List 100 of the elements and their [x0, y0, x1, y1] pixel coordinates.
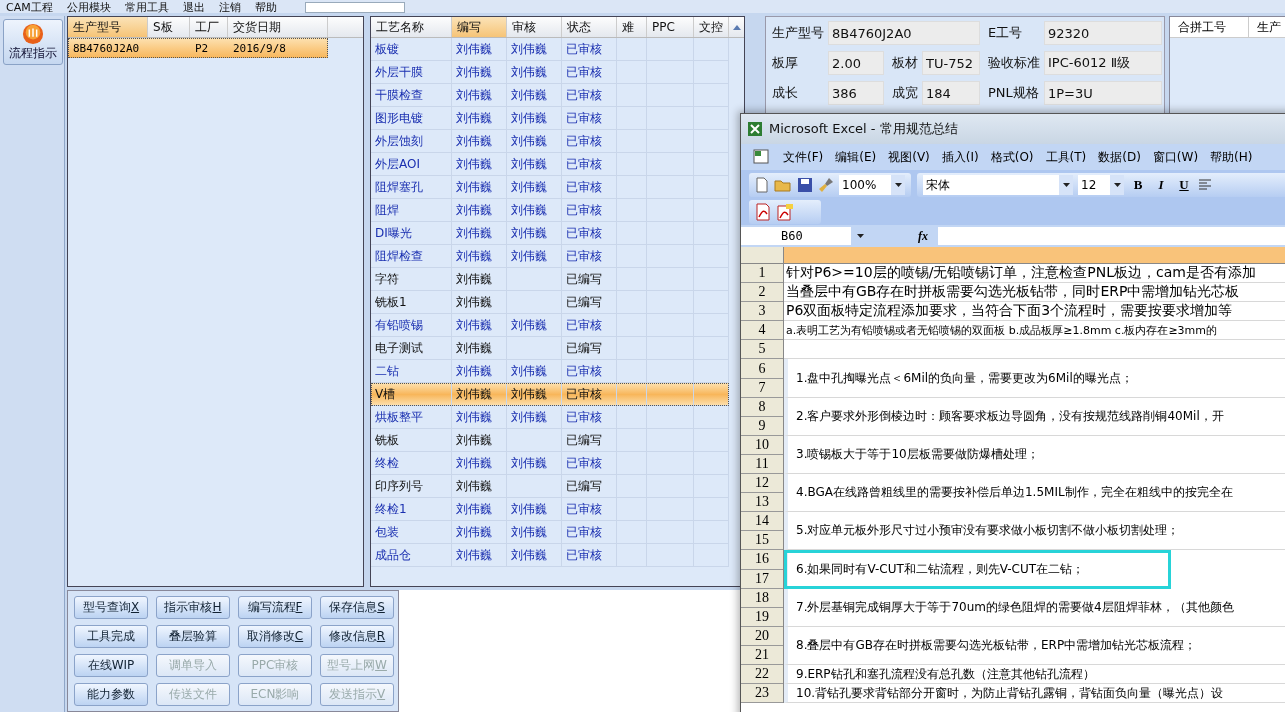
select-all-corner[interactable]	[741, 247, 784, 263]
table-row[interactable]: 外层蚀刻 刘伟巍 刘伟巍 已审核	[371, 130, 729, 153]
menu-item[interactable]: 窗口(W)	[1152, 148, 1199, 166]
flow-instruction-button[interactable]: 流程指示	[3, 19, 63, 65]
table-row[interactable]: 终检 刘伟巍 刘伟巍 已审核	[371, 452, 729, 475]
scroll-up-icon[interactable]	[732, 24, 741, 30]
pdf-comment-icon[interactable]	[776, 203, 794, 221]
menu-item[interactable]: 数据(D)	[1098, 148, 1141, 166]
table-row[interactable]: DI曝光 刘伟巍 刘伟巍 已审核	[371, 222, 729, 245]
column-header[interactable]: 交货日期	[228, 17, 328, 37]
table-row[interactable]: 阻焊塞孔 刘伟巍 刘伟巍 已审核	[371, 176, 729, 199]
table-row[interactable]: 铣板1 刘伟巍 已编写	[371, 291, 729, 314]
menu-item[interactable]: 退出	[182, 2, 205, 13]
table-row[interactable]: 阻焊检查 刘伟巍 刘伟巍 已审核	[371, 245, 729, 268]
format-button[interactable]: B	[1129, 177, 1147, 193]
action-button[interactable]: 取消修改C	[238, 625, 312, 648]
column-header[interactable]: 状态	[562, 17, 617, 37]
input-field[interactable]: IPC-6012 Ⅱ级	[1044, 51, 1162, 75]
action-button[interactable]: 型号查询X	[74, 596, 148, 619]
input-field[interactable]: 92320	[1044, 21, 1162, 45]
table-row[interactable]: 阻焊 刘伟巍 刘伟巍 已审核	[371, 199, 729, 222]
action-button[interactable]: 编写流程F	[238, 596, 312, 619]
save-icon[interactable]	[797, 177, 813, 193]
sheet-cell[interactable]: 1.盘中孔掏曝光点＜6Mil的负向量，需要更改为6Mil的曝光点；	[784, 359, 1285, 398]
input-field[interactable]: TU-752	[922, 51, 980, 75]
column-header[interactable]: PPC	[647, 17, 694, 37]
sheet-cell[interactable]: 当叠层中有GB存在时拼板需要勾选光板钻带，同时ERP中需增加钻光芯板	[784, 283, 1285, 303]
menu-item[interactable]: 帮助(H)	[1210, 148, 1253, 166]
table-row[interactable]: 终检1 刘伟巍 刘伟巍 已审核	[371, 498, 729, 521]
table-row[interactable]: 字符 刘伟巍 已编写	[371, 268, 729, 291]
sheet-cell[interactable]: 6.如果同时有V-CUT和二钻流程，则先V-CUT在二钻；	[784, 550, 1171, 589]
row-number[interactable]: 20	[741, 626, 783, 646]
dropdown-field[interactable]	[304, 2, 405, 13]
column-header[interactable]: 审核	[507, 17, 562, 37]
action-button[interactable]: 能力参数	[74, 683, 148, 706]
table-row[interactable]: V槽 刘伟巍 刘伟巍 已审核	[371, 383, 729, 406]
sheet-cell[interactable]: 3.喷锡板大于等于10层板需要做防爆槽处理；	[784, 435, 1285, 475]
menu-item[interactable]: 常用工具	[124, 2, 169, 13]
input-field[interactable]: 8B4760J2A0	[828, 21, 980, 45]
column-header[interactable]: 生产型号	[68, 17, 148, 37]
row-number[interactable]: 18	[741, 588, 783, 608]
format-button[interactable]: I	[1152, 177, 1170, 193]
sheet-cell[interactable]: 5.对应单元板外形尺寸过小预审没有要求做小板切割不做小板切割处理；	[784, 512, 1285, 551]
table-row[interactable]: 板镀 刘伟巍 刘伟巍 已审核	[371, 38, 729, 61]
caret-icon[interactable]	[894, 183, 902, 187]
column-header[interactable]: 工厂	[190, 17, 228, 37]
table-row[interactable]: 铣板 刘伟巍 已编写	[371, 429, 729, 452]
action-button[interactable]: 保存信息S	[320, 596, 394, 619]
row-number[interactable]: 10	[741, 435, 783, 455]
row-number[interactable]: 7	[741, 378, 783, 398]
pdf-icon[interactable]	[755, 203, 771, 221]
menu-item[interactable]: 格式(O)	[990, 148, 1034, 166]
caret-icon[interactable]	[857, 234, 864, 238]
name-box[interactable]: B60	[741, 227, 851, 245]
zoom-dropdown[interactable]: 100%	[839, 175, 905, 195]
column-header[interactable]: S板	[148, 17, 190, 37]
table-row[interactable]: 电子测试 刘伟巍 已编写	[371, 337, 729, 360]
sheet-cell[interactable]: 2.客户要求外形倒棱边时：顾客要求板边导圆角，没有按规范线路削铜40Mil，开	[784, 397, 1285, 436]
table-row[interactable]: 8B4760J2A0 P2 2016/9/8	[68, 38, 328, 58]
open-folder-icon[interactable]	[774, 177, 792, 193]
table-row[interactable]: 干膜检查 刘伟巍 刘伟巍 已审核	[371, 84, 729, 107]
table-row[interactable]: 有铅喷锡 刘伟巍 刘伟巍 已审核	[371, 314, 729, 337]
menu-item[interactable]: 视图(V)	[888, 148, 930, 166]
sheet-cell[interactable]: 7.外层基铜完成铜厚大于等于70um的绿色阻焊的需要做4层阻焊菲林，（其他颜色	[784, 588, 1285, 627]
sheet-cell[interactable]: 针对P6>=10层的喷锡/无铅喷锡订单，注意检查PNL板边，cam是否有添加	[784, 264, 1285, 284]
sheet-cell[interactable]: 4.BGA在线路曾粗线里的需要按补偿后单边1.5MIL制作，完全在粗线中的按完全在	[784, 474, 1285, 513]
new-file-icon[interactable]	[755, 177, 769, 193]
menu-item[interactable]: 编辑(E)	[835, 148, 877, 166]
input-field[interactable]: 1P=3U	[1044, 81, 1162, 105]
sheet-cell[interactable]: 8.叠层中有GB存在时拼板需要勾选光板钻带，ERP中需增加钻光芯板流程；	[784, 626, 1285, 665]
table-row[interactable]: 外层干膜 刘伟巍 刘伟巍 已审核	[371, 61, 729, 84]
action-button[interactable]: 叠层验算	[156, 625, 230, 648]
row-number[interactable]: 21	[741, 645, 783, 665]
action-button[interactable]: 修改信息R	[320, 625, 394, 648]
format-button[interactable]: U	[1175, 177, 1193, 193]
row-number[interactable]: 23	[741, 684, 783, 704]
menu-item[interactable]: 公用模块	[66, 2, 111, 13]
column-header[interactable]: 生产	[1249, 17, 1285, 37]
row-number[interactable]: 17	[741, 569, 783, 589]
table-row[interactable]: 包装 刘伟巍 刘伟巍 已审核	[371, 521, 729, 544]
table-row[interactable]: 印序列号 刘伟巍 已编写	[371, 475, 729, 498]
caret-icon[interactable]	[1062, 183, 1070, 187]
action-button[interactable]: 工具完成	[74, 625, 148, 648]
table-row[interactable]: 烘板整平 刘伟巍 刘伟巍 已审核	[371, 406, 729, 429]
row-number[interactable]: 14	[741, 512, 783, 532]
menu-item[interactable]: CAM工程	[6, 2, 53, 13]
brush-icon[interactable]	[818, 177, 834, 193]
row-number[interactable]: 8	[741, 397, 783, 417]
table-row[interactable]: 外层AOI 刘伟巍 刘伟巍 已审核	[371, 153, 729, 176]
action-button[interactable]: 指示审核H	[156, 596, 230, 619]
column-header[interactable]: 难	[617, 17, 647, 37]
table-row[interactable]: 成品仓 刘伟巍 刘伟巍 已审核	[371, 544, 729, 567]
input-field[interactable]: 184	[922, 81, 980, 105]
font-size-dropdown[interactable]: 12	[1078, 175, 1124, 195]
menu-item[interactable]: 注销	[218, 2, 241, 13]
menu-item[interactable]: 插入(I)	[941, 148, 979, 166]
menu-item[interactable]: 帮助	[254, 2, 277, 13]
table-row[interactable]: 图形电镀 刘伟巍 刘伟巍 已审核	[371, 107, 729, 130]
row-number[interactable]: 16	[741, 550, 783, 570]
formula-field[interactable]	[938, 227, 1285, 245]
